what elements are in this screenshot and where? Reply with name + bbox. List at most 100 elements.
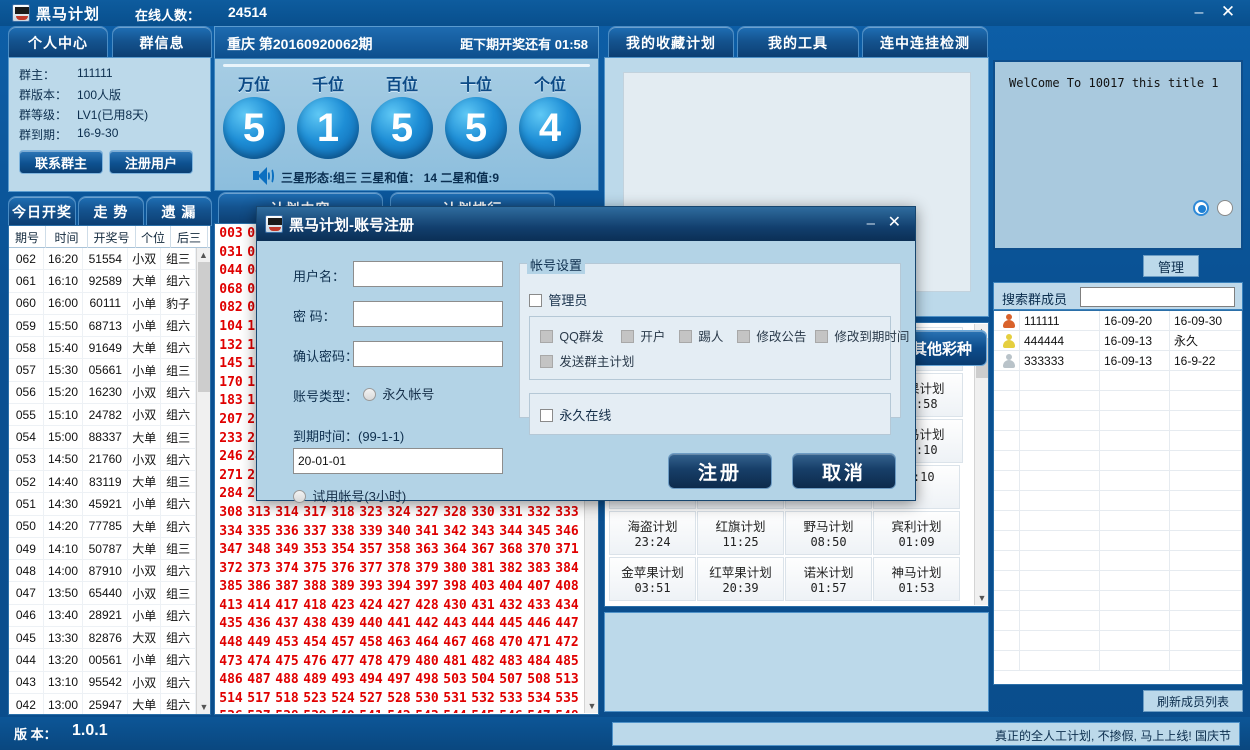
number-cell[interactable]: 544	[441, 708, 469, 713]
table-row[interactable]: 051 14:30 45921 小单 组六	[9, 493, 196, 516]
perm-edit-expire[interactable]: 修改到期时间	[815, 326, 909, 345]
number-cell[interactable]: 380	[441, 560, 469, 579]
number-cell[interactable]: 358	[385, 541, 413, 560]
number-cell[interactable]: 330	[469, 504, 497, 523]
number-cell[interactable]: 448	[217, 634, 245, 653]
number-cell[interactable]: 536	[217, 708, 245, 713]
number-cell[interactable]: 341	[413, 523, 441, 542]
number-cell[interactable]: 398	[441, 578, 469, 597]
number-cell[interactable]: 507	[497, 671, 525, 690]
perm-send-owner-plan[interactable]: 发送群主计划	[540, 351, 634, 370]
number-cell[interactable]: 284	[217, 485, 245, 504]
number-cell[interactable]: 541	[357, 708, 385, 713]
number-cell[interactable]: 413	[217, 597, 245, 616]
number-cell[interactable]: 417	[273, 597, 301, 616]
number-cell[interactable]: 440	[357, 615, 385, 634]
send-owner-plan-checkbox[interactable]	[540, 355, 553, 368]
number-cell[interactable]: 537	[245, 708, 273, 713]
plan-cell[interactable]: 海盗计划 23:24	[609, 511, 696, 555]
number-cell[interactable]: 472	[553, 634, 581, 653]
number-cell[interactable]: 332	[525, 504, 553, 523]
number-cell[interactable]: 386	[245, 578, 273, 597]
number-cell[interactable]: 375	[301, 560, 329, 579]
number-cell[interactable]: 044	[217, 262, 245, 281]
member-row[interactable]: 333333 16-09-13 16-9-22	[994, 351, 1242, 371]
number-cell[interactable]: 476	[301, 653, 329, 672]
perm-qq-broadcast[interactable]: QQ群发	[540, 326, 604, 345]
number-cell[interactable]: 340	[385, 523, 413, 542]
number-cell[interactable]: 370	[525, 541, 553, 560]
number-cell[interactable]: 534	[525, 690, 553, 709]
member-row-empty[interactable]	[994, 551, 1242, 571]
tab-today-draw[interactable]: 今日开奖	[8, 196, 76, 226]
register-button[interactable]: 注册	[668, 453, 772, 489]
member-row-empty[interactable]	[994, 431, 1242, 451]
number-cell[interactable]: 486	[217, 671, 245, 690]
number-cell[interactable]: 246	[217, 448, 245, 467]
number-cell[interactable]: 493	[329, 671, 357, 690]
table-row[interactable]: 046 13:40 28921 小单 组六	[9, 604, 196, 628]
password-input[interactable]	[353, 301, 503, 327]
number-cell[interactable]: 170	[217, 374, 245, 393]
number-cell[interactable]: 423	[329, 597, 357, 616]
tab-missing[interactable]: 遗 漏	[146, 196, 212, 226]
member-row-empty[interactable]	[994, 451, 1242, 471]
member-row-empty[interactable]	[994, 491, 1242, 511]
number-cell[interactable]: 317	[301, 504, 329, 523]
number-cell[interactable]: 497	[385, 671, 413, 690]
member-search-input[interactable]	[1080, 287, 1235, 307]
number-cell[interactable]: 468	[469, 634, 497, 653]
table-row[interactable]: 060 16:00 60111 小单 豹子	[9, 292, 196, 315]
number-cell[interactable]: 367	[469, 541, 497, 560]
trial-account-option[interactable]: 试用帐号(3小时)	[293, 486, 406, 505]
number-cell[interactable]: 354	[329, 541, 357, 560]
permanent-account-option[interactable]: 永久帐号	[363, 384, 434, 403]
number-cell[interactable]: 437	[273, 615, 301, 634]
number-cell[interactable]: 394	[385, 578, 413, 597]
number-cell[interactable]: 453	[273, 634, 301, 653]
number-cell[interactable]: 346	[553, 523, 581, 542]
number-cell[interactable]: 408	[553, 578, 581, 597]
number-cell[interactable]: 368	[497, 541, 525, 560]
number-cell[interactable]: 183	[217, 392, 245, 411]
minimize-icon[interactable]: –	[1190, 4, 1208, 22]
table-row[interactable]: 058 15:40 91649 大单 组六	[9, 337, 196, 360]
table-row[interactable]: 044 13:20 00561 小单 组六	[9, 649, 196, 672]
number-cell[interactable]: 424	[357, 597, 385, 616]
number-cell[interactable]: 407	[525, 578, 553, 597]
member-row-empty[interactable]	[994, 411, 1242, 431]
manage-button[interactable]: 管理	[1143, 255, 1199, 277]
number-cell[interactable]: 387	[273, 578, 301, 597]
number-cell[interactable]: 353	[301, 541, 329, 560]
number-cell[interactable]: 449	[245, 634, 273, 653]
number-cell[interactable]: 418	[301, 597, 329, 616]
dialog-close-icon[interactable]: ✕	[888, 212, 901, 232]
number-cell[interactable]: 503	[441, 671, 469, 690]
admin-checkbox-row[interactable]: 管理员	[529, 290, 587, 309]
tab-trend[interactable]: 走 势	[78, 196, 144, 226]
number-cell[interactable]: 546	[497, 708, 525, 713]
number-cell[interactable]: 532	[469, 690, 497, 709]
number-cell[interactable]: 339	[357, 523, 385, 542]
permanent-account-radio[interactable]	[363, 388, 376, 401]
number-cell[interactable]: 458	[357, 634, 385, 653]
plan-cell[interactable]: 宾利计划 01:09	[873, 511, 960, 555]
plan-cell[interactable]: 野马计划 08:50	[785, 511, 872, 555]
refresh-member-list-button[interactable]: 刷新成员列表	[1143, 690, 1243, 712]
number-cell[interactable]: 357	[357, 541, 385, 560]
member-row-empty[interactable]	[994, 471, 1242, 491]
number-cell[interactable]: 347	[217, 541, 245, 560]
table-row[interactable]: 049 14:10 50787 大单 组三	[9, 537, 196, 561]
qq-broadcast-checkbox[interactable]	[540, 330, 553, 343]
number-cell[interactable]: 388	[301, 578, 329, 597]
number-cell[interactable]: 271	[217, 467, 245, 486]
number-cell[interactable]: 471	[525, 634, 553, 653]
notice-radio-2[interactable]	[1217, 200, 1233, 216]
number-cell[interactable]: 003	[217, 225, 245, 244]
number-cell[interactable]: 485	[553, 653, 581, 672]
number-cell[interactable]: 489	[301, 671, 329, 690]
table-row[interactable]: 045 13:30 82876 大双 组六	[9, 627, 196, 650]
number-cell[interactable]: 533	[497, 690, 525, 709]
number-cell[interactable]: 397	[413, 578, 441, 597]
number-cell[interactable]: 382	[497, 560, 525, 579]
